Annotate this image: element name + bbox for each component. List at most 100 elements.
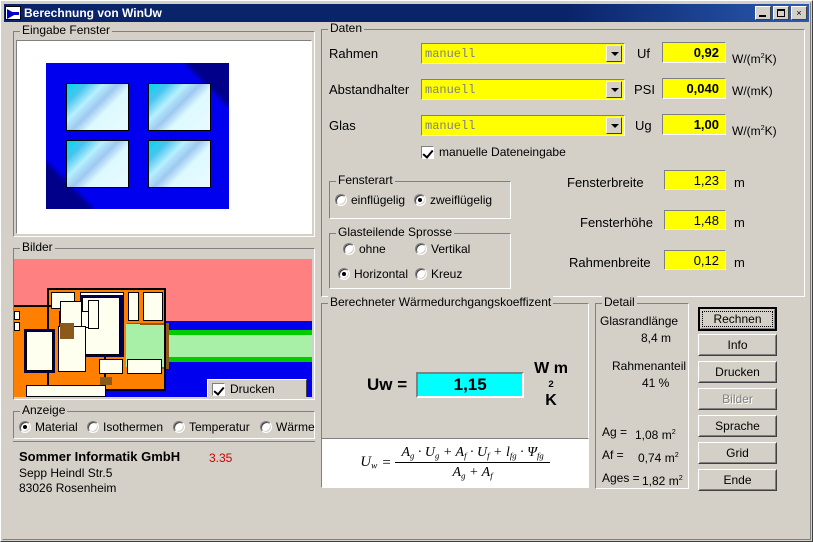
eingabe-fenster-legend: Eingabe Fenster (20, 23, 113, 37)
chevron-down-icon[interactable] (606, 45, 622, 62)
radio-dot[interactable] (338, 268, 350, 280)
rahmenanteil-value: 41 % (642, 376, 670, 390)
ages-label: Ages = (602, 471, 640, 485)
glasrandlaenge-value: 8,4 m (641, 331, 672, 345)
radio-dot[interactable] (260, 421, 272, 433)
drucken-checkbox-row[interactable]: Drucken (207, 379, 307, 397)
sprache-button[interactable]: Sprache (698, 415, 777, 437)
bilder-button-label: Bilder (722, 392, 753, 406)
formula-denominator: Ag + Af (452, 465, 493, 481)
detail-legend: Detail (602, 295, 637, 309)
formula-fraction: Ag · Ug + Af · Uf + lfg · Ψfg Ag + Af (395, 445, 550, 481)
sprosse-option-label: ohne (359, 242, 386, 256)
fensterhoehe-value[interactable]: 1,48 (664, 210, 726, 230)
glass-pane (148, 140, 211, 188)
close-icon: × (796, 8, 802, 18)
radio-dot[interactable] (173, 421, 185, 433)
anzeige-option-waerme[interactable]: Wärme (260, 420, 315, 434)
fensterbreite-unit: m (734, 175, 745, 190)
version-number: 3.35 (209, 451, 233, 465)
sprosse-option-horizontal[interactable]: Horizontal (338, 267, 408, 281)
anzeige-option-material[interactable]: Material (19, 420, 78, 434)
anzeige-option-temperatur[interactable]: Temperatur (173, 420, 250, 434)
minimize-button[interactable] (755, 6, 771, 20)
rahmenbreite-value[interactable]: 0,12 (664, 250, 726, 270)
app-icon (5, 6, 21, 20)
fensterhoehe-label: Fensterhöhe (580, 215, 653, 230)
drucken-button-label: Drucken (715, 365, 760, 379)
rechnen-label: Rechnen (713, 312, 762, 326)
sprosse-option-ohne[interactable]: ohne (343, 242, 386, 256)
radio-dot[interactable] (415, 268, 427, 280)
ende-label: Ende (723, 473, 752, 487)
company-street: Sepp Heindl Str.5 (19, 466, 113, 480)
abstandhalter-combo[interactable]: manuell (421, 79, 625, 100)
ende-button[interactable]: Ende (698, 469, 777, 491)
fensterart-option-label: einflügelig (351, 193, 406, 207)
glas-combo-value: manuell (425, 118, 476, 133)
close-button[interactable]: × (791, 6, 807, 20)
formula-equals: = (381, 454, 392, 471)
ages-value: 1,82 m2 (642, 473, 683, 488)
glas-label: Glas (329, 118, 356, 133)
ag-value: 1,08 m2 (635, 427, 676, 442)
fensterart-option-zweifluegelig[interactable]: zweiflügelig (414, 193, 492, 207)
grid-button[interactable]: Grid (698, 442, 777, 464)
title-bar[interactable]: Berechnung von WinUw × (4, 4, 809, 22)
rahmen-label: Rahmen (329, 46, 379, 61)
uf-symbol: Uf (637, 46, 650, 61)
anzeige-option-label: Material (35, 420, 78, 434)
chevron-down-icon[interactable] (606, 81, 622, 98)
uf-value[interactable]: 0,92 (662, 42, 726, 63)
window-title: Berechnung von WinUw (24, 6, 162, 20)
chevron-down-icon[interactable] (606, 117, 622, 134)
sprosse-option-kreuz[interactable]: Kreuz (415, 267, 462, 281)
abstandhalter-label: Abstandhalter (329, 82, 410, 97)
manual-input-checkbox[interactable] (421, 145, 434, 159)
manual-input-label: manuelle Dateneingabe (439, 145, 566, 159)
psi-value[interactable]: 0,040 (662, 78, 726, 99)
uf-unit: W/(m2K) (732, 51, 777, 66)
bilder-button: Bilder (698, 388, 777, 410)
glass-pane (148, 83, 211, 131)
info-button[interactable]: Info (698, 334, 777, 356)
section-drawing: Drucken (14, 259, 312, 397)
psi-unit: W/(mK) (732, 84, 773, 98)
drucken-checkbox[interactable] (212, 382, 225, 396)
fensterart-option-einfluegelig[interactable]: einflügelig (335, 193, 405, 207)
company-info: Sommer Informatik GmbH 3.35 Sepp Heindl … (13, 441, 315, 495)
radio-dot[interactable] (415, 243, 427, 255)
glass-pane (66, 140, 129, 188)
formula-lhs: Uw (360, 454, 378, 472)
sprosse-option-label: Kreuz (431, 267, 463, 281)
rahmen-combo-value: manuell (425, 46, 476, 61)
ag-label: Ag = (602, 425, 628, 439)
radio-dot[interactable] (414, 194, 426, 206)
fensterart-legend: Fensterart (336, 173, 395, 187)
daten-legend: Daten (328, 21, 365, 35)
uw-value: 1,15 (416, 372, 525, 398)
rahmen-combo[interactable]: manuell (421, 43, 625, 64)
rechnen-button[interactable]: Rechnen (698, 307, 777, 331)
fensterbreite-value[interactable]: 1,23 (664, 170, 726, 190)
glas-combo[interactable]: manuell (421, 115, 625, 136)
window-preview-pane (16, 40, 312, 234)
drucken-button[interactable]: Drucken (698, 361, 777, 383)
radio-dot[interactable] (335, 194, 347, 206)
anzeige-option-isothermen[interactable]: Isothermen (87, 420, 163, 434)
rahmenbreite-unit: m (734, 255, 745, 270)
glasrandlaenge-label: Glasrandlänge (600, 314, 679, 328)
rahmenanteil-label: Rahmenanteil (612, 359, 687, 373)
maximize-button[interactable] (773, 6, 789, 20)
ug-symbol: Ug (635, 118, 652, 133)
radio-dot[interactable] (343, 243, 355, 255)
drucken-label: Drucken (230, 382, 275, 396)
sprosse-option-vertikal[interactable]: Vertikal (415, 242, 470, 256)
radio-dot[interactable] (87, 421, 99, 433)
company-city: 83026 Rosenheim (19, 481, 117, 495)
sprache-label: Sprache (715, 419, 760, 433)
ug-value[interactable]: 1,00 (662, 114, 726, 135)
manual-input-checkbox-row[interactable]: manuelle Dateneingabe (421, 145, 566, 159)
radio-dot[interactable] (19, 421, 31, 433)
sprosse-option-label: Vertikal (431, 242, 471, 256)
